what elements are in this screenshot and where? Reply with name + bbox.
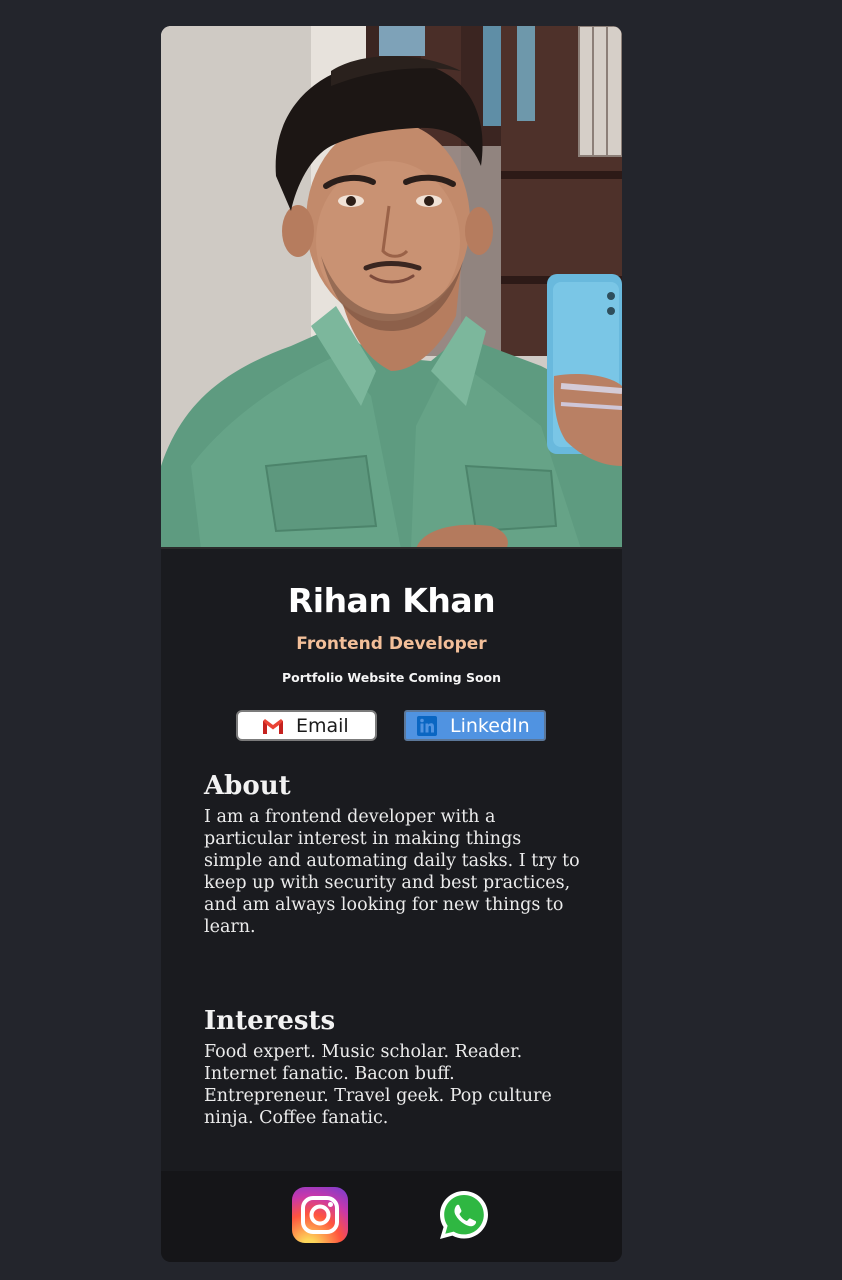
about-heading: About	[204, 771, 291, 801]
profile-name: Rihan Khan	[287, 581, 496, 620]
profile-tagline: Portfolio Website Coming Soon	[281, 670, 502, 685]
profile-role: Frontend Developer	[296, 634, 487, 654]
interests-text: Food expert. Music scholar. Reader. Inte…	[204, 1042, 552, 1128]
linkedin-button-label: LinkedIn	[450, 714, 530, 737]
email-button-label: Email	[296, 714, 349, 737]
profile-card: Rihan Khan Frontend Developer Portfolio …	[161, 26, 622, 1262]
instagram-icon[interactable]	[292, 1187, 348, 1243]
photo-divider	[161, 547, 622, 549]
profile-photo	[161, 26, 622, 549]
whatsapp-icon[interactable]	[437, 1188, 491, 1242]
gmail-icon	[262, 717, 284, 734]
social-footer	[161, 1171, 622, 1262]
linkedin-button[interactable]: LinkedIn	[404, 710, 546, 741]
linkedin-icon	[417, 715, 437, 736]
interests-heading: Interests	[204, 1006, 336, 1036]
about-text: I am a frontend developer with a particu…	[204, 807, 580, 937]
email-button[interactable]: Email	[236, 710, 377, 741]
